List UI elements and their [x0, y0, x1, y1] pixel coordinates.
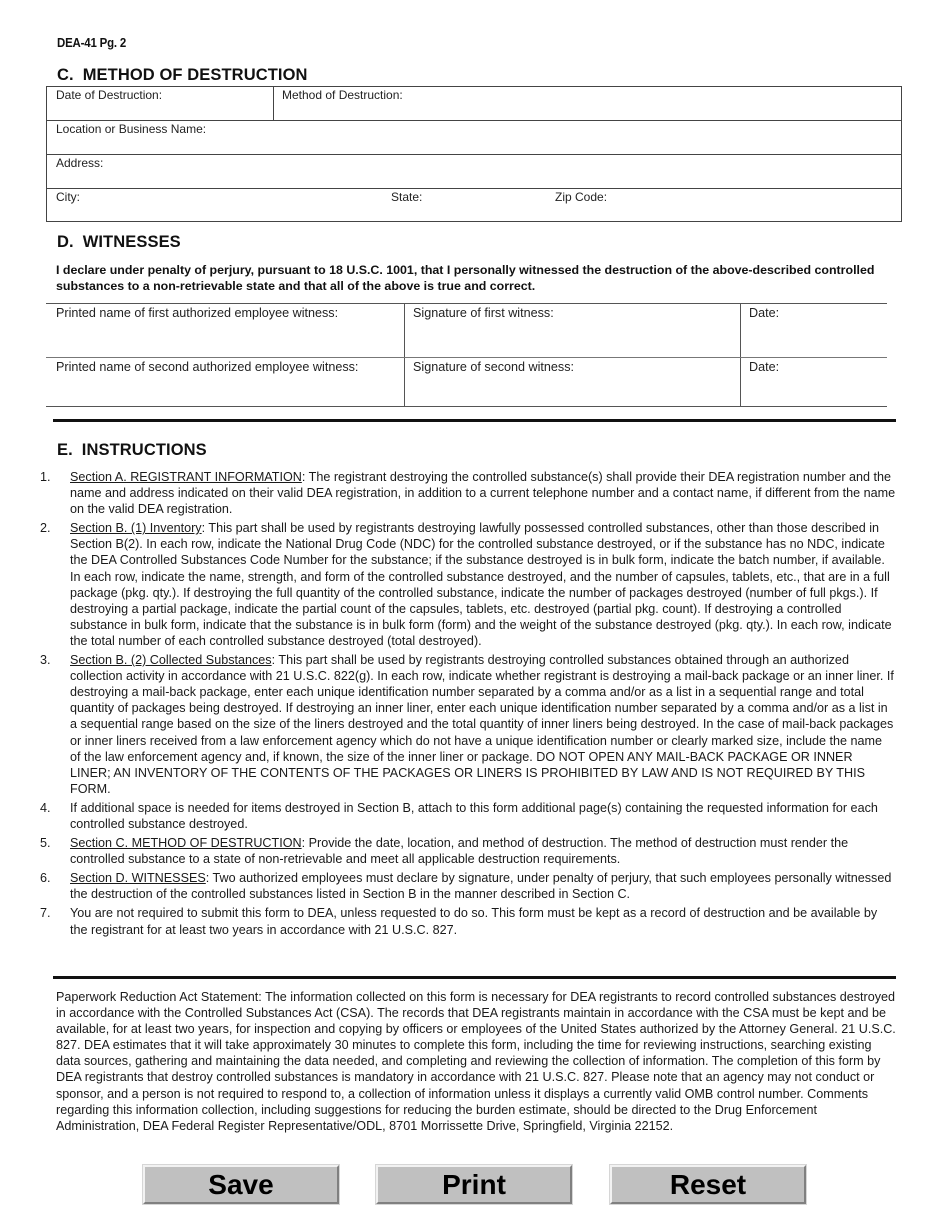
instruction-text: : This part shall be used by registrants…: [70, 653, 894, 796]
section-d-heading: D. WITNESSES: [57, 233, 181, 252]
state-label: State:: [391, 190, 423, 204]
row-city-state-zip: City: State: Zip Code:: [47, 189, 901, 223]
section-c-heading: C. METHOD OF DESTRUCTION: [57, 66, 308, 85]
instruction-text: : This part shall be used by registrants…: [70, 521, 892, 648]
address-label: Address:: [56, 156, 104, 170]
instruction-heading: Section A. REGISTRANT INFORMATION: [70, 470, 302, 484]
second-witness-date-label: Date:: [749, 360, 780, 374]
instruction-item: 1. Section A. REGISTRANT INFORMATION: Th…: [40, 469, 900, 517]
address-field[interactable]: [55, 170, 897, 189]
witness-row-2: Printed name of second authorized employ…: [46, 358, 887, 406]
reset-button[interactable]: Reset: [609, 1164, 807, 1205]
second-witness-date-field[interactable]: [748, 378, 887, 402]
location-label: Location or Business Name:: [56, 122, 207, 136]
section-divider: [53, 976, 896, 979]
section-e-heading: E. INSTRUCTIONS: [57, 441, 207, 460]
instruction-number: 6.: [40, 871, 51, 886]
instruction-item: 3. Section B. (2) Collected Substances: …: [40, 652, 900, 797]
column-divider: [404, 358, 405, 406]
instruction-heading: Section C. METHOD OF DESTRUCTION: [70, 836, 302, 851]
row-date-method: Date of Destruction: Method of Destructi…: [47, 87, 901, 121]
section-d-letter: D.: [57, 233, 74, 251]
location-or-business-name-field[interactable]: [55, 136, 897, 155]
instruction-item: 2. Section B. (1) Inventory: This part s…: [40, 520, 900, 649]
instruction-number: 3.: [40, 653, 51, 668]
first-witness-name-label: Printed name of first authorized employe…: [56, 306, 339, 320]
witnesses-table: Printed name of first authorized employe…: [46, 303, 887, 407]
instruction-item: 5. Section C. METHOD OF DESTRUCTION: Pro…: [40, 835, 900, 867]
column-divider: [273, 87, 274, 120]
first-witness-date-field[interactable]: [748, 324, 887, 348]
section-e-title: INSTRUCTIONS: [81, 441, 207, 459]
instruction-number: 1.: [40, 470, 51, 484]
perjury-declaration: I declare under penalty of perjury, purs…: [56, 263, 875, 293]
witness-row-1: Printed name of first authorized employe…: [46, 304, 887, 358]
paperwork-reduction-act-statement: Paperwork Reduction Act Statement: The i…: [56, 990, 896, 1133]
instruction-heading: Section D. WITNESSES: [70, 871, 206, 886]
instruction-number: 7.: [40, 906, 51, 921]
instruction-number: 4.: [40, 800, 51, 815]
instruction-heading: Section B. (1) Inventory: [70, 521, 202, 536]
instruction-item: 6. Section D. WITNESSES: Two authorized …: [40, 870, 900, 902]
section-c-title: METHOD OF DESTRUCTION: [82, 66, 308, 84]
print-button[interactable]: Print: [375, 1164, 573, 1205]
zip-code-field[interactable]: [555, 204, 889, 223]
instruction-text: You are not required to submit this form…: [70, 906, 878, 937]
row-address: Address:: [47, 155, 901, 189]
instruction-text: If additional space is needed for items …: [70, 800, 878, 831]
first-witness-signature-label: Signature of first witness:: [413, 306, 554, 320]
method-of-destruction-table: Date of Destruction: Method of Destructi…: [46, 86, 902, 223]
city-field[interactable]: [55, 204, 389, 223]
method-of-destruction-label: Method of Destruction:: [282, 88, 403, 102]
section-c-letter: C.: [57, 66, 74, 84]
state-field[interactable]: [391, 204, 545, 223]
section-divider: [53, 419, 896, 422]
column-divider: [740, 358, 741, 406]
method-of-destruction-field[interactable]: [281, 102, 895, 121]
first-witness-name-field[interactable]: [54, 324, 403, 348]
instruction-number: 5.: [40, 836, 51, 851]
column-divider: [740, 304, 741, 357]
city-label: City:: [56, 190, 80, 204]
first-witness-date-label: Date:: [749, 306, 780, 320]
save-button[interactable]: Save: [142, 1164, 340, 1205]
date-of-destruction-field[interactable]: [55, 102, 274, 121]
zip-code-label: Zip Code:: [555, 190, 608, 204]
section-e-letter: E.: [57, 441, 73, 459]
instruction-number: 2.: [40, 521, 51, 536]
instruction-heading: Section B. (2) Collected Substances: [70, 653, 272, 668]
instructions-list: 1. Section A. REGISTRANT INFORMATION : Th…: [40, 469, 900, 941]
form-page-id: DEA-41 Pg. 2: [57, 35, 127, 50]
row-location: Location or Business Name:: [47, 121, 901, 155]
second-witness-name-field[interactable]: [54, 378, 403, 402]
first-witness-signature-field[interactable]: [412, 324, 742, 348]
second-witness-signature-field[interactable]: [412, 378, 742, 402]
second-witness-name-label: Printed name of second authorized employ…: [56, 360, 359, 374]
instruction-item: 7. You are not required to submit this f…: [40, 905, 900, 937]
date-of-destruction-label: Date of Destruction:: [56, 88, 163, 102]
section-d-title: WITNESSES: [82, 233, 181, 251]
column-divider: [404, 304, 405, 357]
second-witness-signature-label: Signature of second witness:: [413, 360, 575, 374]
instruction-item: 4. If additional space is needed for ite…: [40, 800, 900, 832]
